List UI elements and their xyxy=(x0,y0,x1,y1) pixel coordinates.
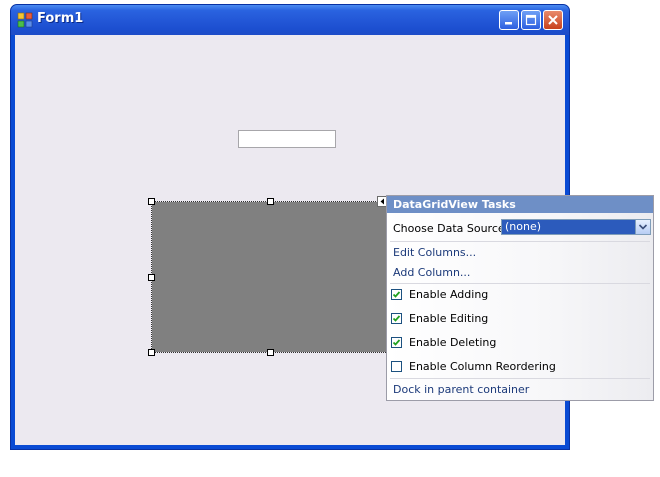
maximize-icon xyxy=(525,14,537,26)
enable-editing-label: Enable Editing xyxy=(409,312,489,325)
enable-deleting-checkbox[interactable] xyxy=(391,337,402,348)
check-icon xyxy=(392,291,401,298)
app-icon xyxy=(17,12,33,28)
select-arrow-button[interactable] xyxy=(635,220,650,234)
enable-deleting-row[interactable]: Enable Deleting xyxy=(387,336,647,352)
check-icon xyxy=(392,315,401,322)
divider xyxy=(390,241,650,242)
data-source-label: Choose Data Source xyxy=(393,222,505,235)
window-title: Form1 xyxy=(37,11,84,26)
enable-deleting-label: Enable Deleting xyxy=(409,336,497,349)
resize-handle-middle-left[interactable] xyxy=(148,274,155,281)
close-button[interactable] xyxy=(543,10,563,30)
resize-handle-top-left[interactable] xyxy=(148,198,155,205)
divider xyxy=(390,283,650,284)
divider xyxy=(390,378,650,379)
enable-column-reordering-checkbox[interactable] xyxy=(391,361,402,372)
enable-adding-checkbox[interactable] xyxy=(391,289,402,300)
data-source-select[interactable]: (none) xyxy=(501,219,651,235)
maximize-button[interactable] xyxy=(521,10,541,30)
tasks-panel-title: DataGridView Tasks xyxy=(387,196,653,213)
minimize-icon xyxy=(505,22,512,25)
title-bar[interactable]: Form1 xyxy=(11,5,569,35)
enable-adding-row[interactable]: Enable Adding xyxy=(387,288,647,304)
text-box[interactable] xyxy=(238,130,336,148)
resize-handle-top-middle[interactable] xyxy=(267,198,274,205)
tasks-panel-body: Choose Data Source (none) Edit Columns..… xyxy=(387,213,653,400)
enable-editing-row[interactable]: Enable Editing xyxy=(387,312,647,328)
enable-adding-label: Enable Adding xyxy=(409,288,489,301)
chevron-down-icon xyxy=(638,224,648,230)
enable-editing-checkbox[interactable] xyxy=(391,313,402,324)
minimize-button[interactable] xyxy=(499,10,519,30)
close-icon xyxy=(548,15,558,25)
check-icon xyxy=(392,339,401,346)
resize-handle-bottom-middle[interactable] xyxy=(267,349,274,356)
datagridview-tasks-panel: DataGridView Tasks Choose Data Source (n… xyxy=(386,195,654,401)
enable-column-reordering-row[interactable]: Enable Column Reordering xyxy=(387,360,647,376)
resize-handle-bottom-left[interactable] xyxy=(148,349,155,356)
edit-columns-link[interactable]: Edit Columns... xyxy=(393,246,476,259)
data-source-value: (none) xyxy=(505,220,542,233)
data-grid-view[interactable] xyxy=(151,201,388,353)
enable-column-reordering-label: Enable Column Reordering xyxy=(409,360,556,373)
dock-in-parent-link[interactable]: Dock in parent container xyxy=(393,383,529,396)
add-column-link[interactable]: Add Column... xyxy=(393,266,470,279)
